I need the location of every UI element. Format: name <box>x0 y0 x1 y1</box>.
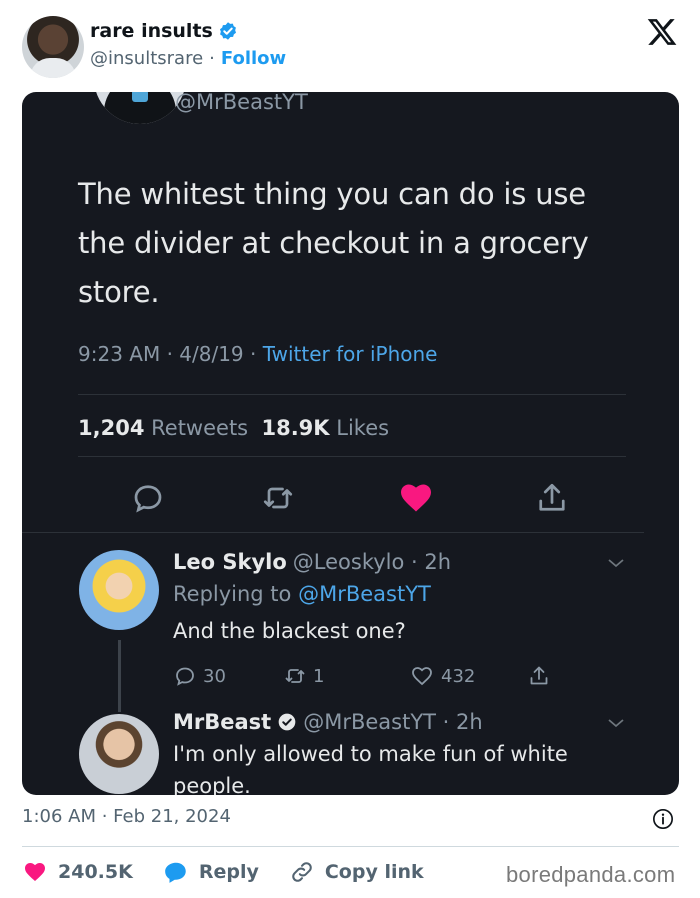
share-icon <box>530 666 548 685</box>
reply1-text: And the blackest one? <box>173 619 406 643</box>
reply1-replying-prefix: Replying to <box>173 582 299 606</box>
reply2-text-line2: people. <box>173 774 251 795</box>
screenshot-meta-time: 9:23 AM · 4/8/19 · <box>78 342 263 366</box>
screenshot-divider <box>78 456 626 457</box>
retweet-icon <box>263 487 293 509</box>
mrbeast-avatar <box>79 714 159 794</box>
reply1-header: Leo Skylo @Leoskylo · 2h <box>173 550 451 574</box>
copy-link-button[interactable]: Copy link <box>289 859 424 885</box>
reply1-name: Leo Skylo <box>173 550 287 574</box>
author-handle-row: @insultsrare · Follow <box>90 48 286 69</box>
author-avatar[interactable] <box>22 16 84 78</box>
reply1-retweet-stat: 1 <box>283 664 324 688</box>
likes-count: 18.9K <box>261 416 330 440</box>
heart-liked-icon <box>401 484 431 512</box>
like-button[interactable]: 240.5K <box>22 860 133 884</box>
reply1-reply-stat: 30 <box>173 664 226 688</box>
heart-icon <box>25 863 45 881</box>
reply2-name: MrBeast <box>173 710 272 734</box>
reply-button[interactable]: Reply <box>163 859 259 885</box>
reply1-like-stat: 432 <box>409 664 475 688</box>
retweets-count: 1,204 <box>78 416 145 440</box>
author-handle[interactable]: @insultsrare <box>90 48 203 69</box>
footer-divider <box>22 846 679 847</box>
info-icon[interactable] <box>652 808 674 830</box>
reply1-handle-time: @Leoskylo · 2h <box>292 550 452 574</box>
reply-bubble-icon <box>176 667 194 686</box>
author-name-row: rare insults <box>90 20 238 42</box>
mrbeast-avatar-top <box>94 92 186 124</box>
reply1-retweet-count: 1 <box>313 665 325 687</box>
x-logo-icon[interactable] <box>645 16 679 48</box>
reply-bubble-icon <box>134 485 162 513</box>
handle-separator: · <box>209 48 215 69</box>
embed-header: rare insults @insultsrare · Follow <box>0 0 700 92</box>
chevron-down-icon <box>608 559 624 568</box>
likes-label: Likes <box>336 416 390 440</box>
reply1-like-count: 432 <box>441 665 476 687</box>
screenshot-top-handle: @MrBeastYT <box>175 92 308 114</box>
reply1-replying-mention: @MrBeastYT <box>298 582 431 606</box>
reply1-share <box>527 664 551 688</box>
screenshot-stats: 1,204 Retweets 18.9K Likes <box>78 416 389 440</box>
reply1-actions: 30 1 432 <box>173 664 593 692</box>
thread-connector-line <box>118 640 121 712</box>
screenshot-tweet-text: The whitest thing you can do is use the … <box>78 177 589 309</box>
verified-badge-icon <box>278 713 296 731</box>
screenshot-tweet-meta: 9:23 AM · 4/8/19 · Twitter for iPhone <box>78 342 438 366</box>
share-icon <box>539 483 565 511</box>
follow-button[interactable]: Follow <box>221 48 286 69</box>
reply2-handle-time: @MrBeastYT · 2h <box>303 710 483 734</box>
reply-bubble-icon <box>164 862 186 883</box>
post-timestamp[interactable]: 1:06 AM · Feb 21, 2024 <box>22 806 231 827</box>
leo-skylo-avatar <box>79 550 159 630</box>
verified-badge-icon <box>219 22 236 40</box>
like-count: 240.5K <box>58 861 133 883</box>
screenshot-meta-source: Twitter for iPhone <box>262 342 438 366</box>
author-name[interactable]: rare insults <box>90 20 213 42</box>
heart-outline-icon <box>412 667 432 686</box>
screenshot-action-bar <box>22 480 679 520</box>
screenshot-divider <box>22 532 644 533</box>
reply1-replying-to: Replying to @MrBeastYT <box>173 582 431 606</box>
retweets-label: Retweets <box>151 416 249 440</box>
reply2-header: MrBeast @MrBeastYT · 2h <box>173 710 483 734</box>
retweet-icon <box>285 669 305 683</box>
reply2-text-line1: I'm only allowed to make fun of white <box>173 742 568 766</box>
footer-actions: 240.5K Reply Copy link <box>22 856 454 888</box>
copy-link-label: Copy link <box>324 861 424 883</box>
screenshot-divider <box>78 394 626 395</box>
reply1-reply-count: 30 <box>203 665 226 687</box>
tweet-screenshot-image: @MrBeastYT The whitest thing you can do … <box>22 92 679 795</box>
link-icon <box>292 862 312 882</box>
boredpanda-watermark: boredpanda.com <box>506 862 676 887</box>
reply-label: Reply <box>198 861 259 883</box>
chevron-down-icon <box>608 719 624 728</box>
